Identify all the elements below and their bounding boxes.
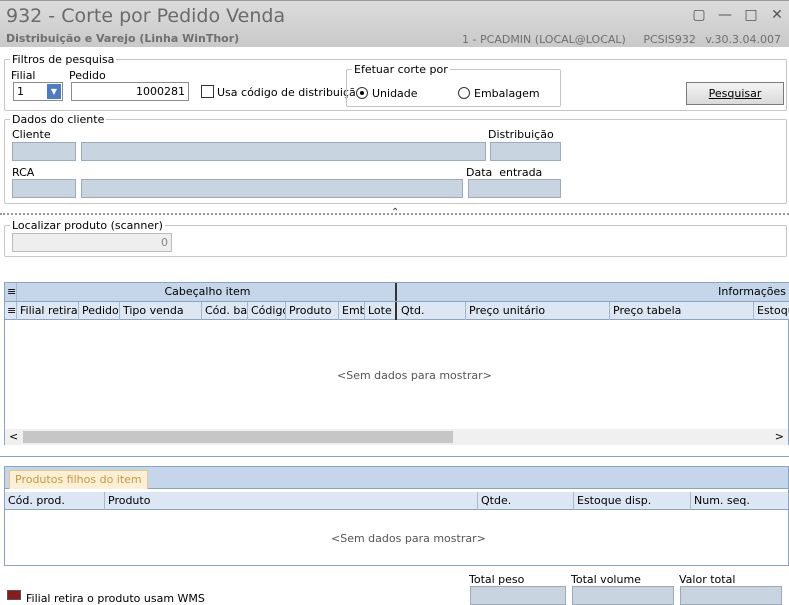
col-preco-unitario[interactable]: Preço unitário [466, 302, 610, 320]
col-tipo-venda[interactable]: Tipo venda [120, 302, 202, 320]
embalagem-label: Embalagem [474, 87, 540, 100]
scroll-right-icon[interactable]: > [775, 430, 784, 443]
rca-name-field [81, 179, 463, 198]
rca-code-field [12, 179, 76, 198]
horizontal-scrollbar[interactable]: < > [5, 429, 788, 445]
version-info: v.30.3.04.007 [705, 33, 781, 46]
program-code: PCSIS932 [643, 33, 696, 46]
col-cod-prod[interactable]: Cód. prod. [5, 492, 105, 510]
usa-codigo-checkbox[interactable] [201, 85, 214, 98]
band-informacoes: Informações [718, 285, 786, 298]
total-peso-field [470, 586, 566, 605]
title-bar: 932 - Corte por Pedido Venda Distribuiçã… [0, 0, 789, 47]
col-num-seq[interactable]: Num. seq. [691, 492, 788, 510]
items-grid: ≡ Cabeçalho item Informações ≡ Filial re… [4, 282, 789, 445]
cliente-legend: Dados do cliente [10, 113, 107, 126]
data-entrada-label: Data entrada [466, 166, 543, 179]
collapse-icon[interactable]: ⌃ [391, 207, 399, 218]
col-preco-tabela[interactable]: Preço tabela [610, 302, 754, 320]
col-estoque[interactable]: Estoque [754, 302, 789, 320]
col-produto-filho[interactable]: Produto [105, 492, 478, 510]
window-title: 932 - Corte por Pedido Venda [6, 5, 286, 27]
band-cabecalho: Cabeçalho item [17, 283, 397, 301]
valor-total-label: Valor total [679, 573, 736, 586]
col-embalagem[interactable]: Emba [339, 302, 365, 320]
usa-codigo-label: Usa código de distribuição [217, 86, 363, 99]
total-volume-field [572, 586, 674, 605]
scroll-left-icon[interactable]: < [9, 430, 18, 443]
pedido-input[interactable]: 1000281 [71, 82, 189, 101]
unidade-radio[interactable] [356, 87, 368, 99]
cliente-name-field [81, 142, 486, 161]
chevron-down-icon[interactable]: ▼ [47, 84, 61, 99]
minimize-icon[interactable]: — [717, 7, 733, 23]
filhos-panel: Produtos filhos do item Cód. prod. Produ… [4, 466, 789, 566]
window-controls: ▢ — □ ✕ [691, 7, 785, 23]
corte-legend: Efetuar corte por [352, 63, 450, 76]
rca-label: RCA [12, 166, 35, 179]
cliente-code-field [12, 142, 76, 161]
col-qtde[interactable]: Qtde. [478, 492, 574, 510]
filial-value: 1 [17, 85, 24, 98]
grid2-empty-message: <Sem dados para mostrar> [331, 532, 486, 545]
grid-column-header: ≡ Filial retira Pedido Tipo venda Cód. b… [5, 302, 789, 320]
grid-menu-icon[interactable]: ≡ [5, 283, 17, 301]
restore-icon[interactable]: ▢ [691, 7, 707, 23]
col-codigo[interactable]: Código [248, 302, 286, 320]
filial-select[interactable]: 1 ▼ [13, 82, 63, 101]
total-peso-label: Total peso [469, 573, 525, 586]
col-produto[interactable]: Produto [286, 302, 339, 320]
col-qtd[interactable]: Qtd. [398, 302, 466, 320]
filial-label: Filial [11, 69, 36, 82]
grid-band-header: ≡ Cabeçalho item Informações [5, 283, 789, 302]
col-filial-retira[interactable]: Filial retira [17, 302, 79, 320]
unidade-label: Unidade [372, 87, 418, 100]
scroll-thumb[interactable] [23, 431, 453, 443]
embalagem-radio[interactable] [458, 87, 470, 99]
col-lote[interactable]: Lote [365, 302, 397, 320]
col-pedido[interactable]: Pedido [79, 302, 120, 320]
close-icon[interactable]: ✕ [769, 7, 785, 23]
col-cod-bar[interactable]: Cód. bar [202, 302, 248, 320]
system-info: 1 - PCADMIN (LOCAL@LOCAL) PCSIS932 v.30.… [448, 33, 781, 46]
col-estoque-disp[interactable]: Estoque disp. [574, 492, 691, 510]
pesquisar-label: Pesquisar [708, 87, 762, 100]
filhos-column-header: Cód. prod. Produto Qtde. Estoque disp. N… [5, 492, 788, 510]
filtros-legend: Filtros de pesquisa [10, 53, 117, 66]
localizar-legend: Localizar produto (scanner) [10, 219, 165, 232]
distribuicao-label: Distribuição [488, 128, 554, 141]
user-info: 1 - PCADMIN (LOCAL@LOCAL) [462, 33, 626, 46]
tab-produtos-filhos[interactable]: Produtos filhos do item [9, 470, 148, 489]
grid1-empty-message: <Sem dados para mostrar> [337, 369, 492, 382]
window-subtitle: Distribuição e Varejo (Linha WinThor) [6, 32, 240, 45]
pedido-label: Pedido [69, 69, 106, 82]
cliente-label: Cliente [12, 128, 51, 141]
filhos-tab-strip: Produtos filhos do item [5, 467, 788, 489]
tab-produtos-filhos-label: Produtos filhos do item [15, 473, 142, 486]
panel-divider [0, 456, 789, 457]
maximize-icon[interactable]: □ [743, 7, 759, 23]
distribuicao-field [490, 142, 561, 161]
total-volume-label: Total volume [571, 573, 641, 586]
pesquisar-button[interactable]: Pesquisar [686, 82, 784, 105]
grid-menu-icon-2[interactable]: ≡ [5, 302, 17, 320]
data-entrada-field [468, 179, 561, 198]
scanner-input[interactable]: 0 [12, 233, 172, 252]
valor-total-field [680, 586, 782, 605]
